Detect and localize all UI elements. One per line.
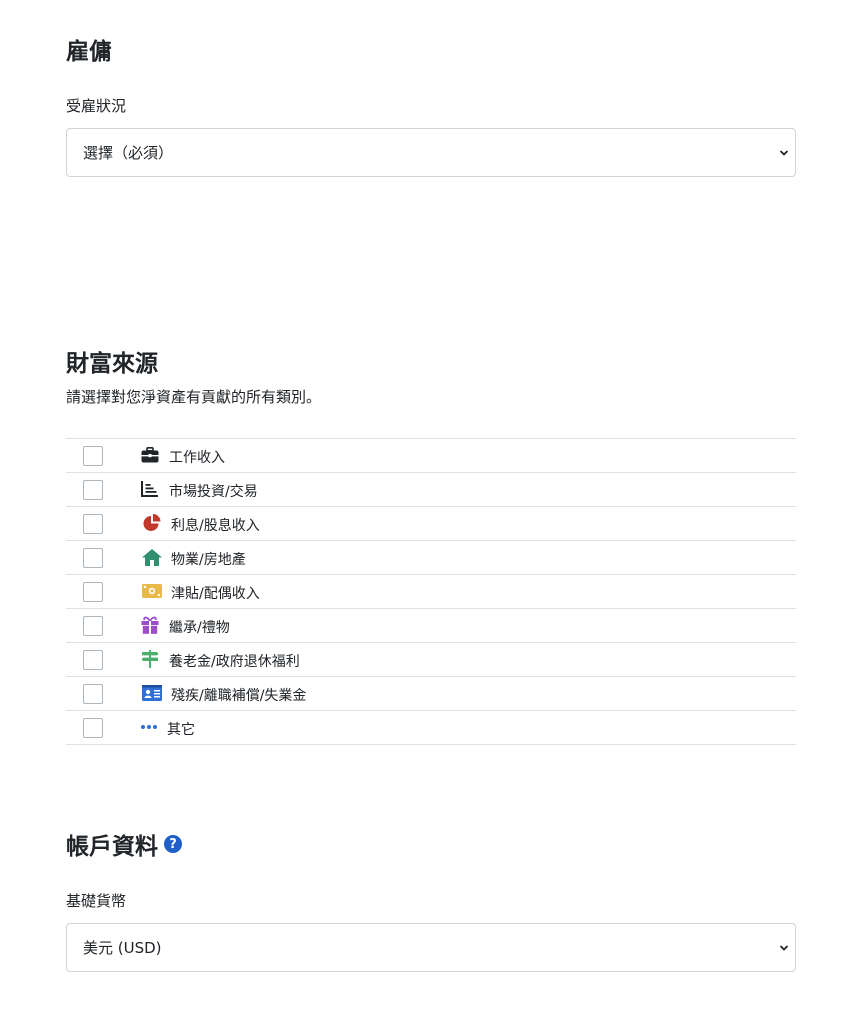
- wealth-item-label: 殘疾/離職補償/失業金: [171, 688, 307, 704]
- wealth-item-market-investment[interactable]: 市場投資/交易: [66, 473, 796, 507]
- wealth-item-label: 津貼/配偶收入: [171, 586, 260, 602]
- ellipsis-icon: [139, 717, 159, 737]
- chevron-down-icon: [779, 149, 789, 156]
- wealth-item-label: 繼承/禮物: [169, 620, 230, 636]
- employment-status-select[interactable]: 選擇（必須）: [66, 128, 796, 177]
- money-bill-icon: [142, 581, 162, 601]
- id-card-icon: [142, 683, 162, 703]
- gift-icon: [140, 615, 160, 635]
- base-currency-value: 美元 (USD): [83, 939, 162, 957]
- chevron-down-icon: [779, 944, 789, 951]
- help-icon[interactable]: ?: [164, 835, 182, 853]
- wealth-source-list: 工作收入 市場投資/交易 利息/股息收入 物業/房地產 津貼/配偶收入 繼承/禮…: [66, 438, 796, 745]
- checkbox[interactable]: [83, 718, 103, 738]
- wealth-item-employment-income[interactable]: 工作收入: [66, 439, 796, 473]
- wealth-item-inheritance-gift[interactable]: 繼承/禮物: [66, 609, 796, 643]
- checkbox[interactable]: [83, 514, 103, 534]
- wealth-item-other[interactable]: 其它: [66, 711, 796, 745]
- checkbox[interactable]: [83, 684, 103, 704]
- employment-status-value: 選擇（必須）: [83, 144, 174, 162]
- wealth-item-property[interactable]: 物業/房地產: [66, 541, 796, 575]
- base-currency-label: 基礎貨幣: [66, 892, 127, 910]
- briefcase-icon: [140, 445, 160, 465]
- account-info-title-text: 帳戶資料: [66, 834, 158, 860]
- signpost-icon: [140, 649, 160, 669]
- wealth-item-disability-unemployment[interactable]: 殘疾/離職補償/失業金: [66, 677, 796, 711]
- employment-title: 雇傭: [66, 39, 112, 65]
- wealth-item-label: 其它: [167, 722, 195, 738]
- checkbox[interactable]: [83, 650, 103, 670]
- wealth-source-description: 請選擇對您淨資產有貢獻的所有類別。: [66, 388, 322, 406]
- wealth-item-pension[interactable]: 養老金/政府退休福利: [66, 643, 796, 677]
- checkbox[interactable]: [83, 548, 103, 568]
- wealth-source-title: 財富來源: [66, 351, 158, 377]
- checkbox[interactable]: [83, 582, 103, 602]
- wealth-item-interest-dividend[interactable]: 利息/股息收入: [66, 507, 796, 541]
- wealth-item-label: 市場投資/交易: [169, 484, 258, 500]
- wealth-item-label: 養老金/政府退休福利: [169, 654, 300, 670]
- wealth-item-allowance-spouse[interactable]: 津貼/配偶收入: [66, 575, 796, 609]
- wealth-item-label: 利息/股息收入: [171, 518, 260, 534]
- pie-chart-icon: [142, 513, 162, 533]
- chart-bar-icon: [140, 479, 160, 499]
- house-icon: [142, 547, 162, 567]
- checkbox[interactable]: [83, 446, 103, 466]
- wealth-item-label: 工作收入: [169, 450, 225, 466]
- base-currency-select[interactable]: 美元 (USD): [66, 923, 796, 972]
- wealth-item-label: 物業/房地產: [171, 552, 246, 568]
- checkbox[interactable]: [83, 616, 103, 636]
- account-info-title: 帳戶資料 ?: [66, 827, 182, 861]
- employment-status-label: 受雇狀況: [66, 97, 127, 115]
- checkbox[interactable]: [83, 480, 103, 500]
